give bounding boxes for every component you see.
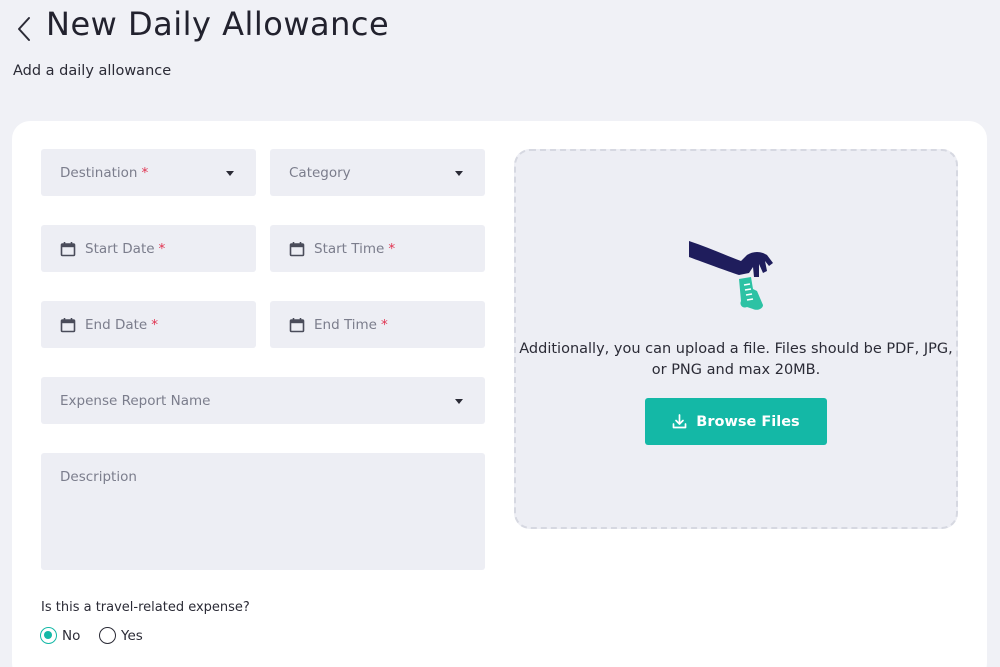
travel-question: Is this a travel-related expense?: [41, 600, 250, 615]
start-date-field[interactable]: Start Date *: [41, 225, 256, 272]
hand-holding-receipt-icon: [689, 241, 773, 310]
allowance-form-card: Destination * Category Start Date * Start …: [12, 121, 987, 667]
browse-files-button[interactable]: Browse Files: [645, 398, 827, 445]
destination-label: Destination *: [60, 164, 149, 181]
expense-report-select[interactable]: Expense Report Name: [41, 377, 485, 424]
page-subtitle: Add a daily allowance: [13, 63, 172, 79]
browse-files-label: Browse Files: [696, 413, 800, 430]
description-label: Description: [60, 469, 137, 485]
download-icon: [672, 414, 687, 429]
destination-select[interactable]: Destination *: [41, 149, 256, 196]
radio-option-yes[interactable]: Yes: [99, 627, 143, 644]
required-mark: *: [158, 240, 166, 257]
required-mark: *: [388, 240, 396, 257]
required-mark: *: [141, 164, 149, 181]
end-time-label: End Time *: [314, 316, 388, 333]
expense-report-label: Expense Report Name: [60, 392, 211, 409]
end-time-field[interactable]: End Time *: [270, 301, 485, 348]
category-select[interactable]: Category: [270, 149, 485, 196]
required-mark: *: [381, 316, 388, 333]
calendar-icon: [60, 317, 76, 332]
radio-yes-label: Yes: [121, 627, 143, 644]
start-time-field[interactable]: Start Time *: [270, 225, 485, 272]
file-dropzone[interactable]: Additionally, you can upload a file. Fil…: [514, 149, 958, 529]
end-date-field[interactable]: End Date *: [41, 301, 256, 348]
calendar-icon: [289, 241, 305, 256]
category-label: Category: [289, 164, 351, 181]
radio-no-label: No: [62, 627, 81, 644]
required-mark: *: [151, 316, 158, 333]
end-date-label: End Date *: [85, 316, 158, 333]
page-title: New Daily Allowance: [46, 5, 390, 43]
radio-yes-circle[interactable]: [99, 627, 116, 644]
caret-down-icon: [455, 170, 463, 176]
caret-down-icon: [455, 398, 463, 404]
start-time-label: Start Time *: [314, 240, 396, 257]
radio-option-no[interactable]: No: [40, 627, 80, 644]
upload-instructions: Additionally, you can upload a file. Fil…: [519, 341, 953, 378]
page-header: New Daily Allowance Add a daily allowanc…: [0, 0, 1000, 110]
calendar-icon: [60, 241, 76, 256]
chevron-left-icon: [18, 17, 30, 41]
start-date-label: Start Date *: [85, 240, 166, 257]
calendar-icon: [289, 317, 305, 332]
description-textarea[interactable]: Description: [41, 453, 485, 570]
caret-down-icon: [226, 170, 234, 176]
radio-no-circle[interactable]: [40, 627, 57, 644]
back-button[interactable]: [10, 12, 38, 46]
